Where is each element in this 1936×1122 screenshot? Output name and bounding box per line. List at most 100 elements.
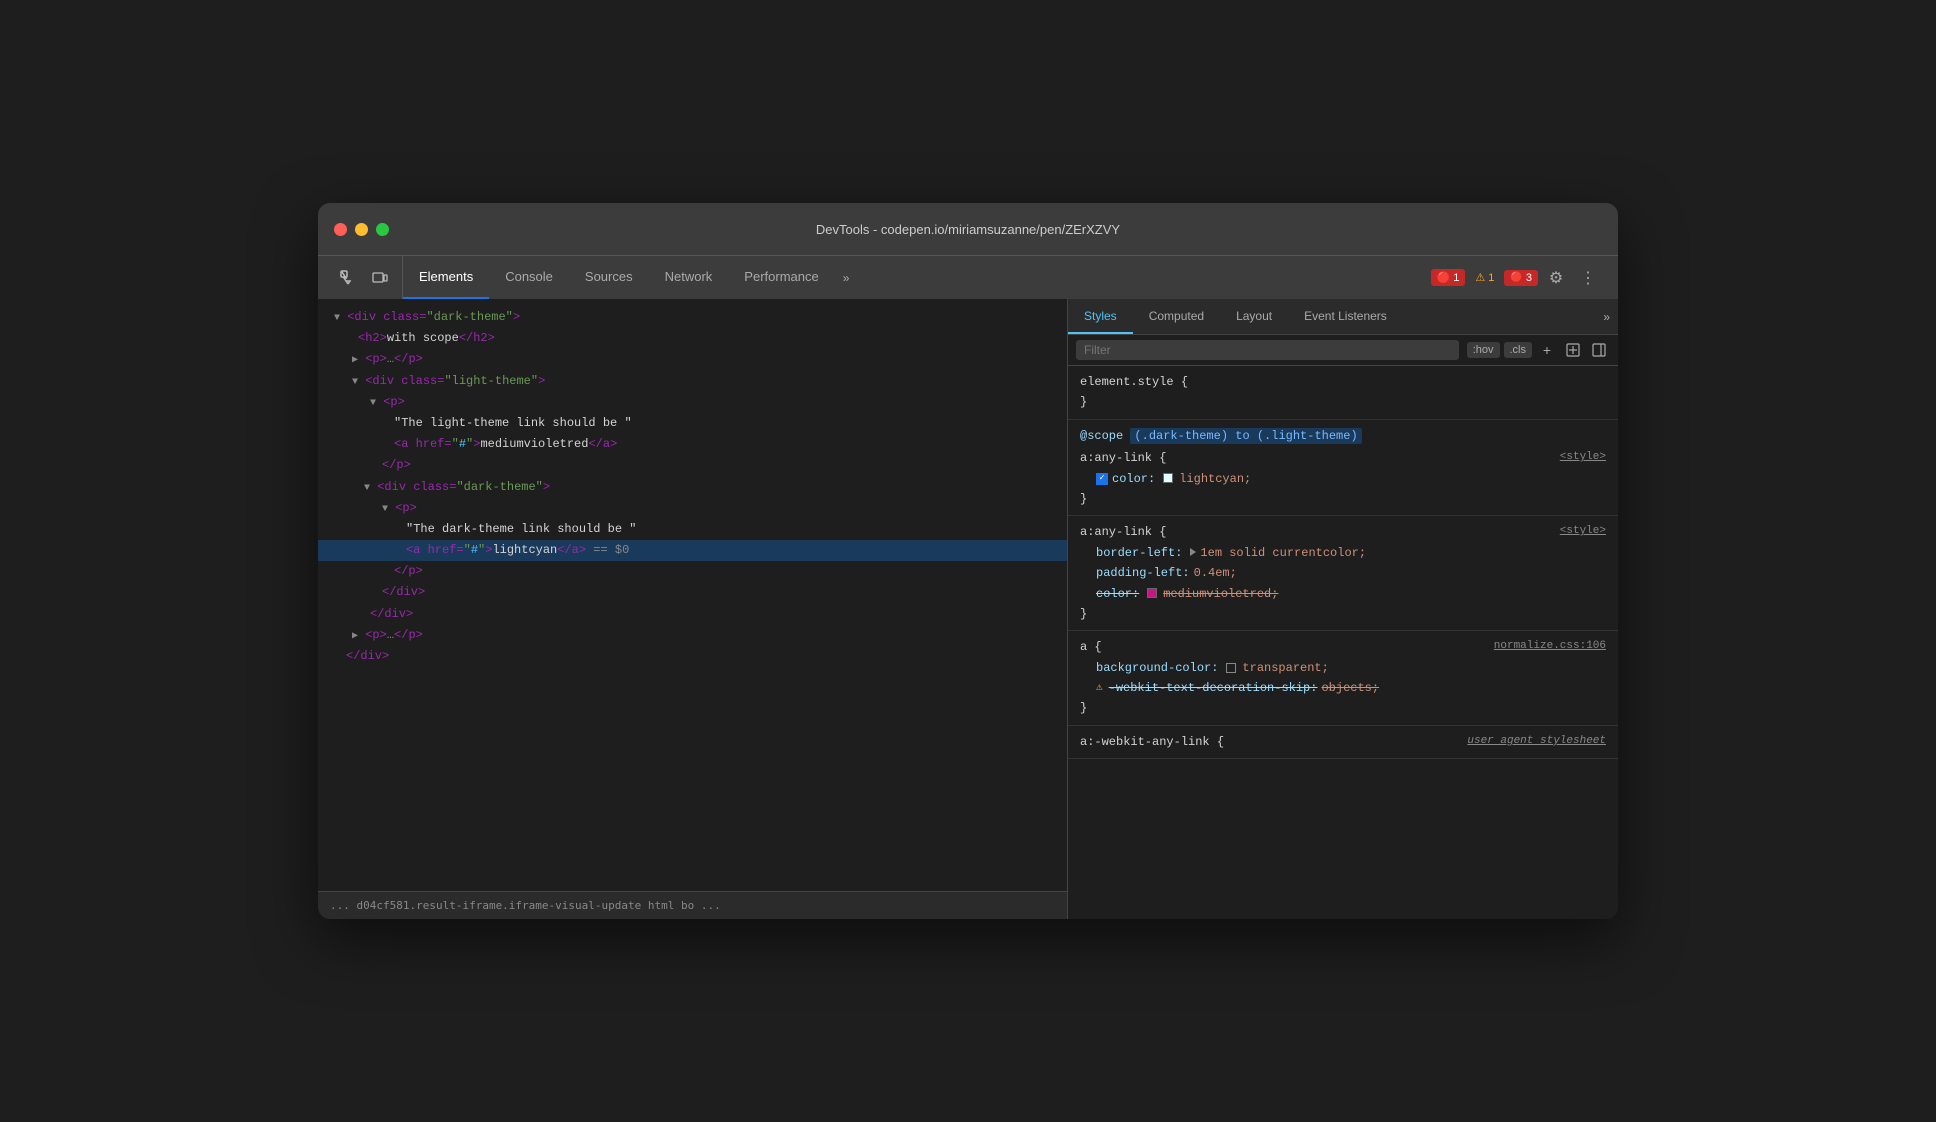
- more-tabs-button[interactable]: »: [835, 256, 858, 299]
- css-source-user-agent: user agent stylesheet: [1467, 732, 1606, 751]
- color-swatch-mediumvioletred[interactable]: [1147, 588, 1157, 598]
- toolbar-icons: [326, 256, 403, 299]
- tab-computed[interactable]: Computed: [1133, 299, 1220, 334]
- tab-sources[interactable]: Sources: [569, 256, 649, 299]
- styles-content: element.style { } @scope (.dark-theme) t…: [1068, 366, 1618, 919]
- css-scope-row: @scope (.dark-theme) to (.light-theme): [1080, 426, 1606, 448]
- dom-line[interactable]: <h2>with scope</h2>: [318, 328, 1067, 349]
- info-badge[interactable]: 🔴 3: [1504, 270, 1538, 286]
- toolbar: Elements Console Sources Network Perform…: [318, 255, 1618, 299]
- css-close-row: }: [1080, 489, 1606, 509]
- dom-line[interactable]: ▼ <div class="dark-theme">: [318, 477, 1067, 498]
- minimize-button[interactable]: [355, 223, 368, 236]
- dom-line[interactable]: "The dark-theme link should be ": [318, 519, 1067, 540]
- info-icon: 🔴: [1510, 272, 1522, 283]
- dom-line[interactable]: </p>: [318, 455, 1067, 476]
- css-rule-a-normalize: a { normalize.css:106 background-color: …: [1068, 631, 1618, 726]
- css-selector-row: a:any-link { <style>: [1080, 448, 1606, 468]
- more-options-icon[interactable]: ⋮: [1574, 264, 1602, 292]
- dom-line[interactable]: ▼ <div class="dark-theme">: [318, 307, 1067, 328]
- tag: <div: [347, 310, 383, 324]
- tab-event-listeners[interactable]: Event Listeners: [1288, 299, 1403, 334]
- dom-line[interactable]: </div>: [318, 582, 1067, 603]
- css-selector-row: a:any-link { <style>: [1080, 522, 1606, 542]
- css-rule-any-link: a:any-link { <style> border-left: 1em so…: [1068, 516, 1618, 631]
- dom-line[interactable]: </div>: [318, 604, 1067, 625]
- dom-line[interactable]: "The light-theme link should be ": [318, 413, 1067, 434]
- settings-icon[interactable]: ⚙: [1542, 264, 1570, 292]
- dom-line[interactable]: ▶ <p>…</p>: [318, 625, 1067, 646]
- toggle-sidebar-icon[interactable]: [1588, 339, 1610, 361]
- tab-network[interactable]: Network: [649, 256, 729, 299]
- styles-filter-bar: :hov .cls +: [1068, 335, 1618, 366]
- color-swatch-transparent[interactable]: [1226, 663, 1236, 673]
- tab-styles[interactable]: Styles: [1068, 299, 1133, 334]
- dom-line[interactable]: </p>: [318, 561, 1067, 582]
- error-count: 1: [1453, 272, 1459, 284]
- warning-icon: ⚠: [1475, 271, 1485, 284]
- css-source-normalize[interactable]: normalize.css:106: [1494, 637, 1606, 656]
- dom-line[interactable]: ▶ <p>…</p>: [318, 349, 1067, 370]
- main-content: ▼ <div class="dark-theme"> <h2>with scop…: [318, 299, 1618, 919]
- dom-breadcrumb: ... d04cf581.result-iframe.iframe-visual…: [318, 891, 1067, 919]
- main-tabs: Elements Console Sources Network Perform…: [403, 256, 1423, 299]
- breadcrumb-text[interactable]: ... d04cf581.result-iframe.iframe-visual…: [330, 899, 721, 912]
- styles-filter-input[interactable]: [1076, 340, 1459, 360]
- css-rule-element-style: element.style { }: [1068, 366, 1618, 420]
- css-rule-webkit-any-link: a:-webkit-any-link { user agent styleshe…: [1068, 726, 1618, 759]
- tab-console[interactable]: Console: [489, 256, 569, 299]
- filter-actions: :hov .cls +: [1467, 339, 1610, 361]
- titlebar: DevTools - codepen.io/miriamsuzanne/pen/…: [318, 203, 1618, 255]
- dom-line[interactable]: ▼ <p>: [318, 392, 1067, 413]
- dom-line[interactable]: </div>: [318, 646, 1067, 667]
- css-prop-bg-color: background-color: transparent;: [1080, 658, 1606, 678]
- dom-tree[interactable]: ▼ <div class="dark-theme"> <h2>with scop…: [318, 299, 1067, 891]
- css-selector-row: a:-webkit-any-link { user agent styleshe…: [1080, 732, 1606, 752]
- css-rule-scope: @scope (.dark-theme) to (.light-theme) a…: [1068, 420, 1618, 517]
- color-swatch-lightcyan[interactable]: [1163, 473, 1173, 483]
- device-toggle-icon[interactable]: [366, 264, 394, 292]
- expand-icon[interactable]: [1190, 548, 1196, 556]
- inspect-element-icon[interactable]: [334, 264, 362, 292]
- css-close-row: }: [1080, 698, 1606, 718]
- expand-icon: ▼: [334, 310, 340, 324]
- add-style-icon[interactable]: +: [1536, 339, 1558, 361]
- more-styles-tabs[interactable]: »: [1595, 299, 1618, 334]
- styles-tabs: Styles Computed Layout Event Listeners »: [1068, 299, 1618, 335]
- close-button[interactable]: [334, 223, 347, 236]
- warning-icon: ⚠: [1096, 679, 1103, 698]
- dom-line[interactable]: ▼ <p>: [318, 498, 1067, 519]
- info-count: 3: [1526, 272, 1532, 284]
- tab-layout[interactable]: Layout: [1220, 299, 1288, 334]
- css-prop-webkit-struck: ⚠ -webkit-text-decoration-skip: objects;: [1080, 678, 1606, 698]
- styles-panel: Styles Computed Layout Event Listeners »…: [1068, 299, 1618, 919]
- css-prop-color-lightcyan: ✓ color: lightcyan;: [1080, 469, 1606, 489]
- warning-badge[interactable]: ⚠ 1: [1469, 269, 1500, 286]
- dom-panel: ▼ <div class="dark-theme"> <h2>with scop…: [318, 299, 1068, 919]
- maximize-button[interactable]: [376, 223, 389, 236]
- css-close-row: }: [1080, 604, 1606, 624]
- css-source-link[interactable]: <style>: [1560, 448, 1606, 467]
- dom-line-selected[interactable]: <a href="#">lightcyan</a> == $0: [318, 540, 1067, 561]
- window-title: DevTools - codepen.io/miriamsuzanne/pen/…: [816, 222, 1120, 237]
- toolbar-right: 🔴 1 ⚠ 1 🔴 3 ⚙ ⋮: [1423, 256, 1610, 299]
- new-style-rule-icon[interactable]: [1562, 339, 1584, 361]
- error-icon: 🔴: [1437, 271, 1451, 284]
- dom-line[interactable]: <a href="#">mediumvioletred</a>: [318, 434, 1067, 455]
- property-checkbox[interactable]: ✓: [1096, 473, 1108, 485]
- css-selector-row: element.style {: [1080, 372, 1606, 392]
- tab-performance[interactable]: Performance: [728, 256, 834, 299]
- css-prop-border-left: border-left: 1em solid currentcolor;: [1080, 543, 1606, 563]
- cls-button[interactable]: .cls: [1504, 342, 1533, 358]
- css-selector-row: a { normalize.css:106: [1080, 637, 1606, 657]
- css-close-row: }: [1080, 392, 1606, 412]
- error-badge[interactable]: 🔴 1: [1431, 269, 1466, 286]
- warning-count: 1: [1488, 272, 1494, 284]
- dom-line[interactable]: ▼ <div class="light-theme">: [318, 371, 1067, 392]
- css-source-link[interactable]: <style>: [1560, 522, 1606, 541]
- css-prop-padding-left: padding-left: 0.4em;: [1080, 563, 1606, 583]
- devtools-window: DevTools - codepen.io/miriamsuzanne/pen/…: [318, 203, 1618, 919]
- tab-elements[interactable]: Elements: [403, 256, 489, 299]
- hov-button[interactable]: :hov: [1467, 342, 1500, 358]
- css-prop-color-struck: color: mediumvioletred;: [1080, 584, 1606, 604]
